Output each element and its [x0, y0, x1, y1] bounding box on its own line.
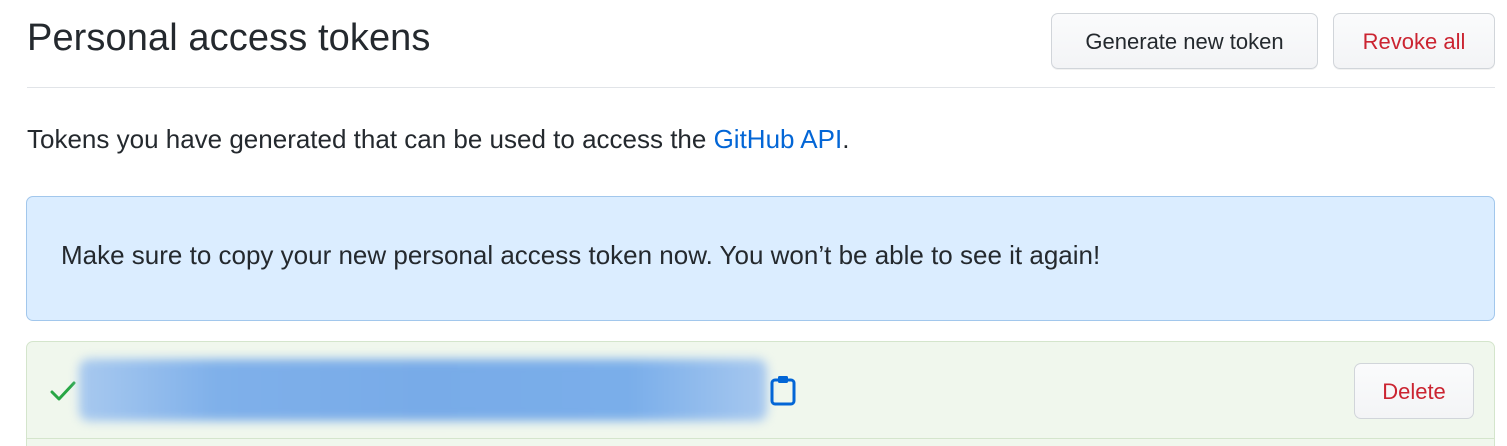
copy-token-notice-text: Make sure to copy your new personal acce… [61, 240, 1101, 270]
copy-token-notice: Make sure to copy your new personal acce… [26, 196, 1495, 321]
new-token-item: Delete [26, 341, 1495, 446]
description-text: Tokens you have generated that can be us… [27, 124, 714, 154]
page-title: Personal access tokens [27, 17, 431, 59]
clipboard-icon[interactable] [769, 374, 797, 406]
description-period: . [842, 124, 850, 154]
header-divider [27, 87, 1495, 88]
tokens-description: Tokens you have generated that can be us… [27, 122, 849, 156]
generate-new-token-button[interactable]: Generate new token [1051, 13, 1318, 69]
personal-access-tokens-page: Personal access tokens Generate new toke… [0, 0, 1507, 446]
check-icon [50, 381, 76, 401]
delete-token-button[interactable]: Delete [1354, 363, 1474, 419]
token-row-divider [27, 438, 1494, 439]
token-value[interactable] [79, 359, 767, 421]
github-api-link[interactable]: GitHub API [714, 124, 843, 154]
revoke-all-button[interactable]: Revoke all [1333, 13, 1495, 69]
